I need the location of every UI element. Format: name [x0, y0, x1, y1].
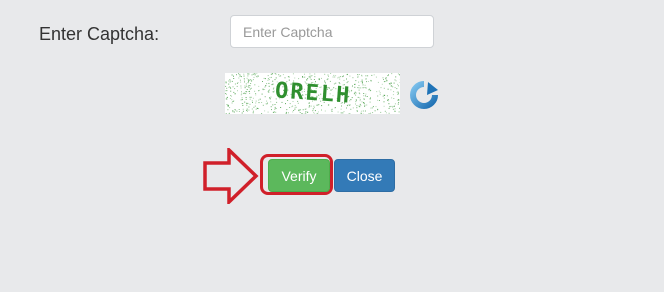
- captcha-text: ORELH: [274, 78, 352, 108]
- captcha-input[interactable]: [230, 15, 434, 48]
- refresh-icon[interactable]: [408, 80, 440, 110]
- close-button[interactable]: Close: [334, 159, 395, 192]
- captcha-image: ORELH: [225, 73, 400, 114]
- captcha-label: Enter Captcha:: [39, 24, 160, 44]
- verify-button[interactable]: Verify: [268, 159, 330, 192]
- right-arrow-icon: [203, 148, 259, 204]
